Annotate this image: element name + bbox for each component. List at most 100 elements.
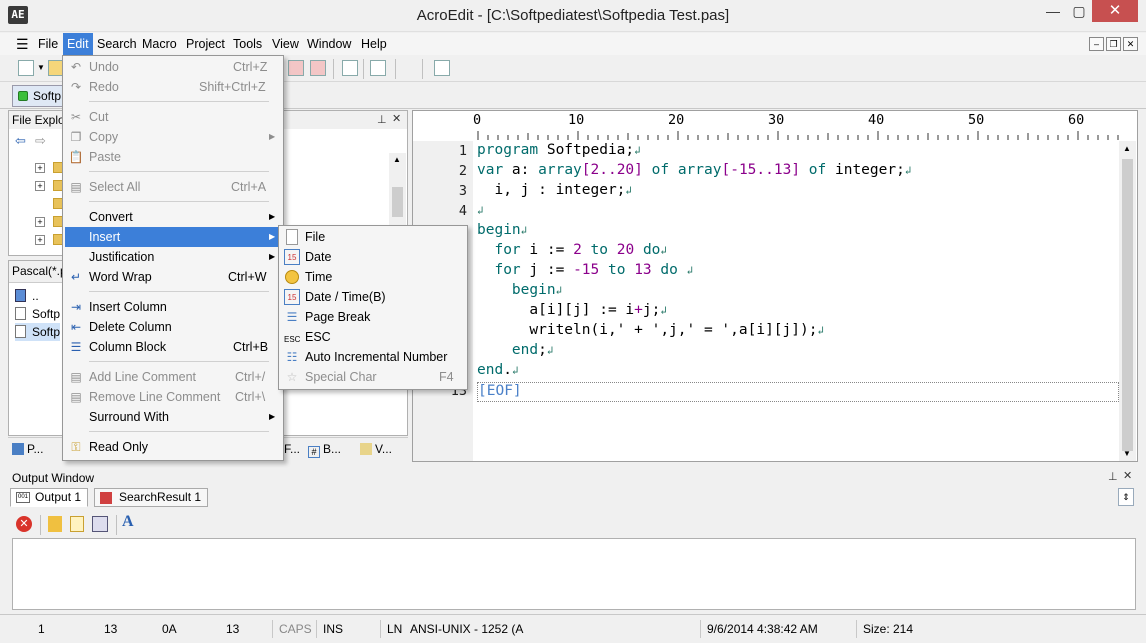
menu-item-paste[interactable]: 📋 Paste bbox=[65, 147, 281, 167]
status-bar: 1 13 0A 13 CAPS INS LN ANSI-UNIX - 1252 … bbox=[0, 614, 1146, 643]
menu-item-insert-date-time[interactable]: 15 Date / Time(B) bbox=[281, 287, 465, 307]
scroll-up-icon[interactable]: ▲ bbox=[393, 155, 401, 164]
scroll-thumb[interactable] bbox=[1122, 159, 1133, 451]
close-button[interactable]: ✕ bbox=[1092, 0, 1138, 22]
expand-icon[interactable]: + bbox=[35, 163, 45, 173]
menu-item-cut[interactable]: ✂ Cut bbox=[65, 107, 281, 127]
copy-output-icon[interactable] bbox=[70, 516, 84, 532]
tab-search-result-1[interactable]: SearchResult 1 bbox=[94, 488, 209, 507]
list-item[interactable]: Softp bbox=[15, 305, 60, 323]
list-item[interactable]: .. bbox=[15, 287, 39, 305]
menu-item-read-only[interactable]: ⚿ Read Only bbox=[65, 437, 281, 457]
code-area[interactable]: program Softpedia;↲ var a: array[2..20] … bbox=[477, 141, 1119, 461]
menu-item-justification[interactable]: Justification ▶ bbox=[65, 247, 281, 267]
menu-item-insert-column[interactable]: ⇥ Insert Column bbox=[65, 297, 281, 317]
menu-item-special-char[interactable]: ☆ Special Char F4 bbox=[281, 367, 465, 387]
menu-item-insert-time[interactable]: Time bbox=[281, 267, 465, 287]
add-comment-icon: ▤ bbox=[70, 370, 82, 384]
menu-item-insert[interactable]: Insert ▶ bbox=[65, 227, 281, 247]
clear-icon[interactable]: ✕ bbox=[16, 516, 32, 532]
expand-icon[interactable]: + bbox=[35, 217, 45, 227]
menu-item-insert-file[interactable]: File bbox=[281, 227, 465, 247]
menu-item-select-all[interactable]: ▤ Select All Ctrl+A bbox=[65, 177, 281, 197]
mdi-restore-icon[interactable]: ❐ bbox=[1106, 37, 1121, 51]
menu-macro[interactable]: Macro bbox=[138, 33, 181, 55]
menu-item-insert-esc[interactable]: ESC ESC bbox=[281, 327, 465, 347]
code-text: a[i][j] := i bbox=[529, 302, 635, 318]
code-editor[interactable]: 0 10 20 30 40 50 60 1 2 3 4 5 6 7 8 9 10… bbox=[412, 110, 1138, 462]
menu-item-insert-date[interactable]: 15 Date bbox=[281, 247, 465, 267]
pin-icon[interactable]: ⊥ bbox=[1108, 470, 1118, 483]
menu-tools[interactable]: Tools bbox=[229, 33, 266, 55]
keyword: of bbox=[808, 162, 827, 178]
pen-icon[interactable] bbox=[48, 516, 62, 532]
menu-help[interactable]: Help bbox=[357, 33, 391, 55]
close-panel-icon[interactable]: ✕ bbox=[1123, 469, 1132, 482]
menu-item-column-block[interactable]: ☰ Column Block Ctrl+B bbox=[65, 337, 281, 357]
menu-view[interactable]: View bbox=[268, 33, 303, 55]
scroll-down-icon[interactable]: ▼ bbox=[1123, 449, 1131, 458]
number-literal: [2..20] bbox=[581, 162, 643, 178]
menu-item-insert-page-break[interactable]: ☰ Page Break bbox=[281, 307, 465, 327]
code-line: for j := -15 to 13 do ↲ bbox=[477, 262, 693, 282]
font-icon[interactable]: A bbox=[122, 513, 134, 531]
menu-edit[interactable]: Edit bbox=[63, 33, 93, 55]
menu-item-convert[interactable]: Convert ▶ bbox=[65, 207, 281, 227]
menu-item-surround-with[interactable]: Surround With ▶ bbox=[65, 407, 281, 427]
spin-icon[interactable]: ⇕ bbox=[1118, 488, 1134, 506]
newline-mark: ↲ bbox=[660, 244, 668, 257]
tab-variables[interactable]: V... bbox=[360, 442, 392, 456]
menu-item-redo[interactable]: ↷ Redo Shift+Ctrl+Z bbox=[65, 77, 281, 97]
status-encoding[interactable]: ANSI-UNIX - 1252 (A bbox=[404, 620, 523, 638]
code-line: begin↲ bbox=[477, 282, 562, 302]
chevron-down-icon[interactable]: ▼ bbox=[37, 63, 45, 72]
editor-vertical-scrollbar[interactable]: ▲ ▼ bbox=[1119, 141, 1136, 461]
menu-item-auto-incremental-number[interactable]: ☷ Auto Incremental Number bbox=[281, 347, 465, 367]
close-panel-icon[interactable]: ✕ bbox=[392, 112, 401, 125]
menu-item-remove-line-comment[interactable]: ▤ Remove Line Comment Ctrl+\ bbox=[65, 387, 281, 407]
tab-output-1[interactable]: 001 Output 1 bbox=[10, 488, 89, 507]
list-icon[interactable] bbox=[370, 60, 386, 76]
scroll-up-icon[interactable]: ▲ bbox=[1123, 144, 1131, 153]
print-icon[interactable] bbox=[92, 516, 108, 532]
document-tab[interactable]: Softp bbox=[12, 85, 64, 107]
menu-search[interactable]: Search bbox=[93, 33, 141, 55]
tab-bookmarks[interactable]: # B... bbox=[308, 442, 341, 458]
menu-item-add-line-comment[interactable]: ▤ Add Line Comment Ctrl+/ bbox=[65, 367, 281, 387]
menu-item-delete-column[interactable]: ⇤ Delete Column bbox=[65, 317, 281, 337]
tab-files[interactable]: F... bbox=[284, 442, 300, 456]
menu-project[interactable]: Project bbox=[182, 33, 229, 55]
menu-window[interactable]: Window bbox=[303, 33, 355, 55]
scroll-thumb[interactable] bbox=[392, 187, 403, 217]
code-text: writeln(i,' + ',j,' = ',a[i][j]); bbox=[477, 322, 818, 338]
minimize-button[interactable]: — bbox=[1040, 0, 1066, 22]
bookmark-icon[interactable] bbox=[310, 60, 326, 76]
expand-icon[interactable]: + bbox=[35, 181, 45, 191]
tab-project[interactable]: P... bbox=[12, 442, 43, 456]
output-text-area[interactable] bbox=[12, 538, 1136, 610]
calendar-icon[interactable] bbox=[434, 60, 450, 76]
back-arrow-icon[interactable]: ⇦ bbox=[15, 133, 26, 149]
menu-item-word-wrap[interactable]: ↵ Word Wrap Ctrl+W bbox=[65, 267, 281, 287]
mdi-minimize-icon[interactable]: – bbox=[1089, 37, 1104, 51]
clock-icon bbox=[285, 270, 299, 284]
list-item-label: .. bbox=[32, 289, 39, 303]
pin-icon[interactable]: ⊥ bbox=[377, 113, 387, 126]
expand-icon[interactable]: + bbox=[35, 235, 45, 245]
list-item-selected[interactable]: Softp bbox=[15, 323, 61, 341]
menu-item-undo[interactable]: ↶ Undo Ctrl+Z bbox=[65, 57, 281, 77]
document-menu-icon[interactable]: ☰ bbox=[16, 36, 32, 52]
goto-icon[interactable] bbox=[342, 60, 358, 76]
forward-arrow-icon[interactable]: ⇨ bbox=[35, 133, 46, 149]
menu-item-label: Copy bbox=[89, 130, 119, 144]
menu-file[interactable]: File bbox=[34, 33, 62, 55]
mark-icon[interactable] bbox=[288, 60, 304, 76]
menu-item-shortcut: Ctrl+\ bbox=[235, 390, 266, 404]
new-file-icon[interactable] bbox=[18, 60, 34, 76]
menu-item-copy[interactable]: ❐ Copy ▶ bbox=[65, 127, 281, 147]
mdi-close-icon[interactable]: ✕ bbox=[1123, 37, 1138, 51]
maximize-button[interactable]: ▢ bbox=[1066, 0, 1092, 22]
